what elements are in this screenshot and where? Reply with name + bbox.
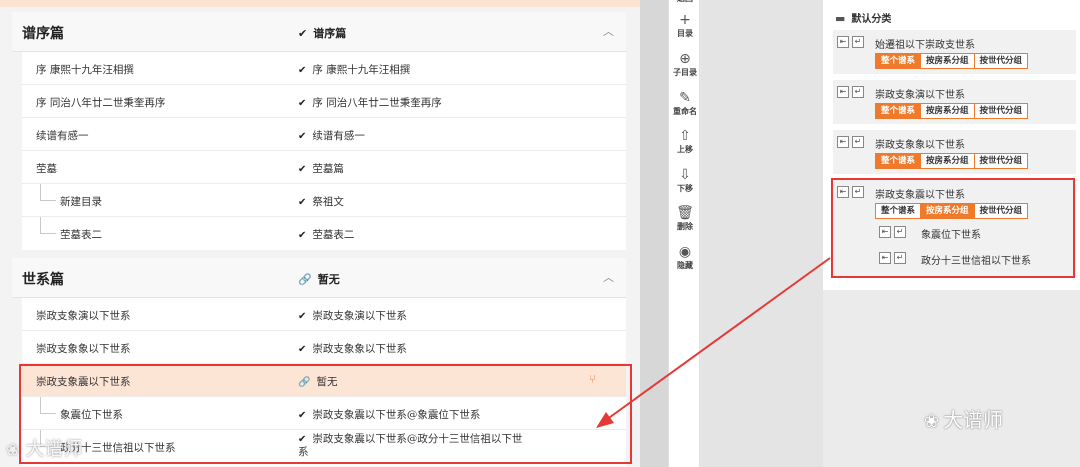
annotation-arrow [596, 257, 831, 428]
arrow-head [596, 412, 614, 428]
wechat-logo-icon: ❀ [924, 411, 940, 432]
watermark-right: ❀ 大谱师 [924, 408, 1004, 432]
watermark-left: ❀ 大谱师 [6, 438, 83, 460]
arrow-line [605, 257, 831, 421]
wechat-logo-icon: ❀ [6, 440, 20, 459]
